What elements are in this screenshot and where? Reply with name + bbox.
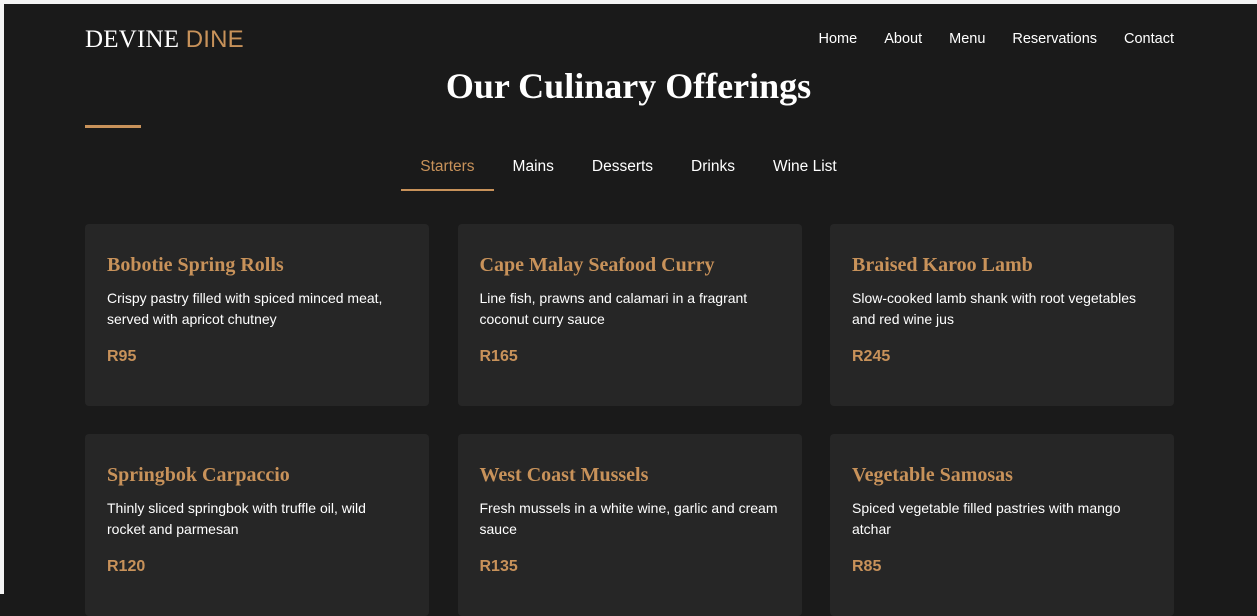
main-nav: Home About Menu Reservations Contact [792, 30, 1174, 48]
menu-card[interactable]: Bobotie Spring Rolls Crispy pastry fille… [85, 224, 429, 406]
menu-card[interactable]: Cape Malay Seafood Curry Line fish, praw… [457, 224, 802, 406]
brand-name-primary: DEVINE [85, 26, 180, 53]
dish-price: R85 [852, 558, 882, 575]
dish-name: Springbok Carpaccio [107, 464, 290, 486]
menu-card[interactable]: Springbok Carpaccio Thinly sliced spring… [85, 434, 429, 616]
dish-price: R245 [852, 348, 891, 365]
dish-description: Line fish, prawns and calamari in a frag… [479, 290, 748, 327]
tab-drinks[interactable]: Drinks [672, 155, 754, 191]
dish-name: Vegetable Samosas [852, 464, 1013, 486]
nav-link-menu[interactable]: Menu [949, 30, 985, 48]
nav-link-about[interactable]: About [884, 30, 922, 48]
menu-card[interactable]: Vegetable Samosas Spiced vegetable fille… [830, 434, 1174, 616]
tab-mains[interactable]: Mains [494, 155, 573, 191]
dish-name: Braised Karoo Lamb [852, 254, 1033, 276]
title-divider [85, 125, 141, 128]
nav-link-contact[interactable]: Contact [1124, 30, 1174, 48]
tab-desserts[interactable]: Desserts [573, 155, 672, 191]
dish-description: Slow-cooked lamb shank with root vegetab… [852, 290, 1137, 327]
nav-link-home[interactable]: Home [819, 30, 858, 48]
dish-name: Cape Malay Seafood Curry [479, 254, 715, 276]
dish-description: Fresh mussels in a white wine, garlic an… [479, 500, 778, 537]
nav-link-reservations[interactable]: Reservations [1012, 30, 1097, 48]
dish-price: R95 [107, 348, 137, 365]
dish-description: Spiced vegetable filled pastries with ma… [852, 500, 1121, 537]
section-title: Our Culinary Offerings [445, 66, 812, 106]
dish-name: Bobotie Spring Rolls [107, 254, 284, 276]
brand-logo[interactable]: DEVINE DINE [85, 25, 244, 55]
menu-card[interactable]: Braised Karoo Lamb Slow-cooked lamb shan… [830, 224, 1174, 406]
menu-card-grid: Bobotie Spring Rolls Crispy pastry fille… [85, 224, 1174, 616]
dish-price: R120 [107, 558, 146, 575]
menu-card[interactable]: West Coast Mussels Fresh mussels in a wh… [457, 434, 802, 616]
brand-name-accent: DINE [185, 26, 244, 53]
dish-description: Crispy pastry filled with spiced minced … [107, 290, 383, 327]
dish-price: R135 [479, 558, 518, 575]
dish-name: West Coast Mussels [479, 464, 649, 486]
tab-starters[interactable]: Starters [401, 155, 494, 191]
dish-price: R165 [479, 348, 518, 365]
tab-wine-list[interactable]: Wine List [754, 155, 856, 191]
dish-description: Thinly sliced springbok with truffle oil… [107, 500, 366, 537]
menu-tabs: Starters Mains Desserts Drinks Wine List [0, 155, 1257, 191]
